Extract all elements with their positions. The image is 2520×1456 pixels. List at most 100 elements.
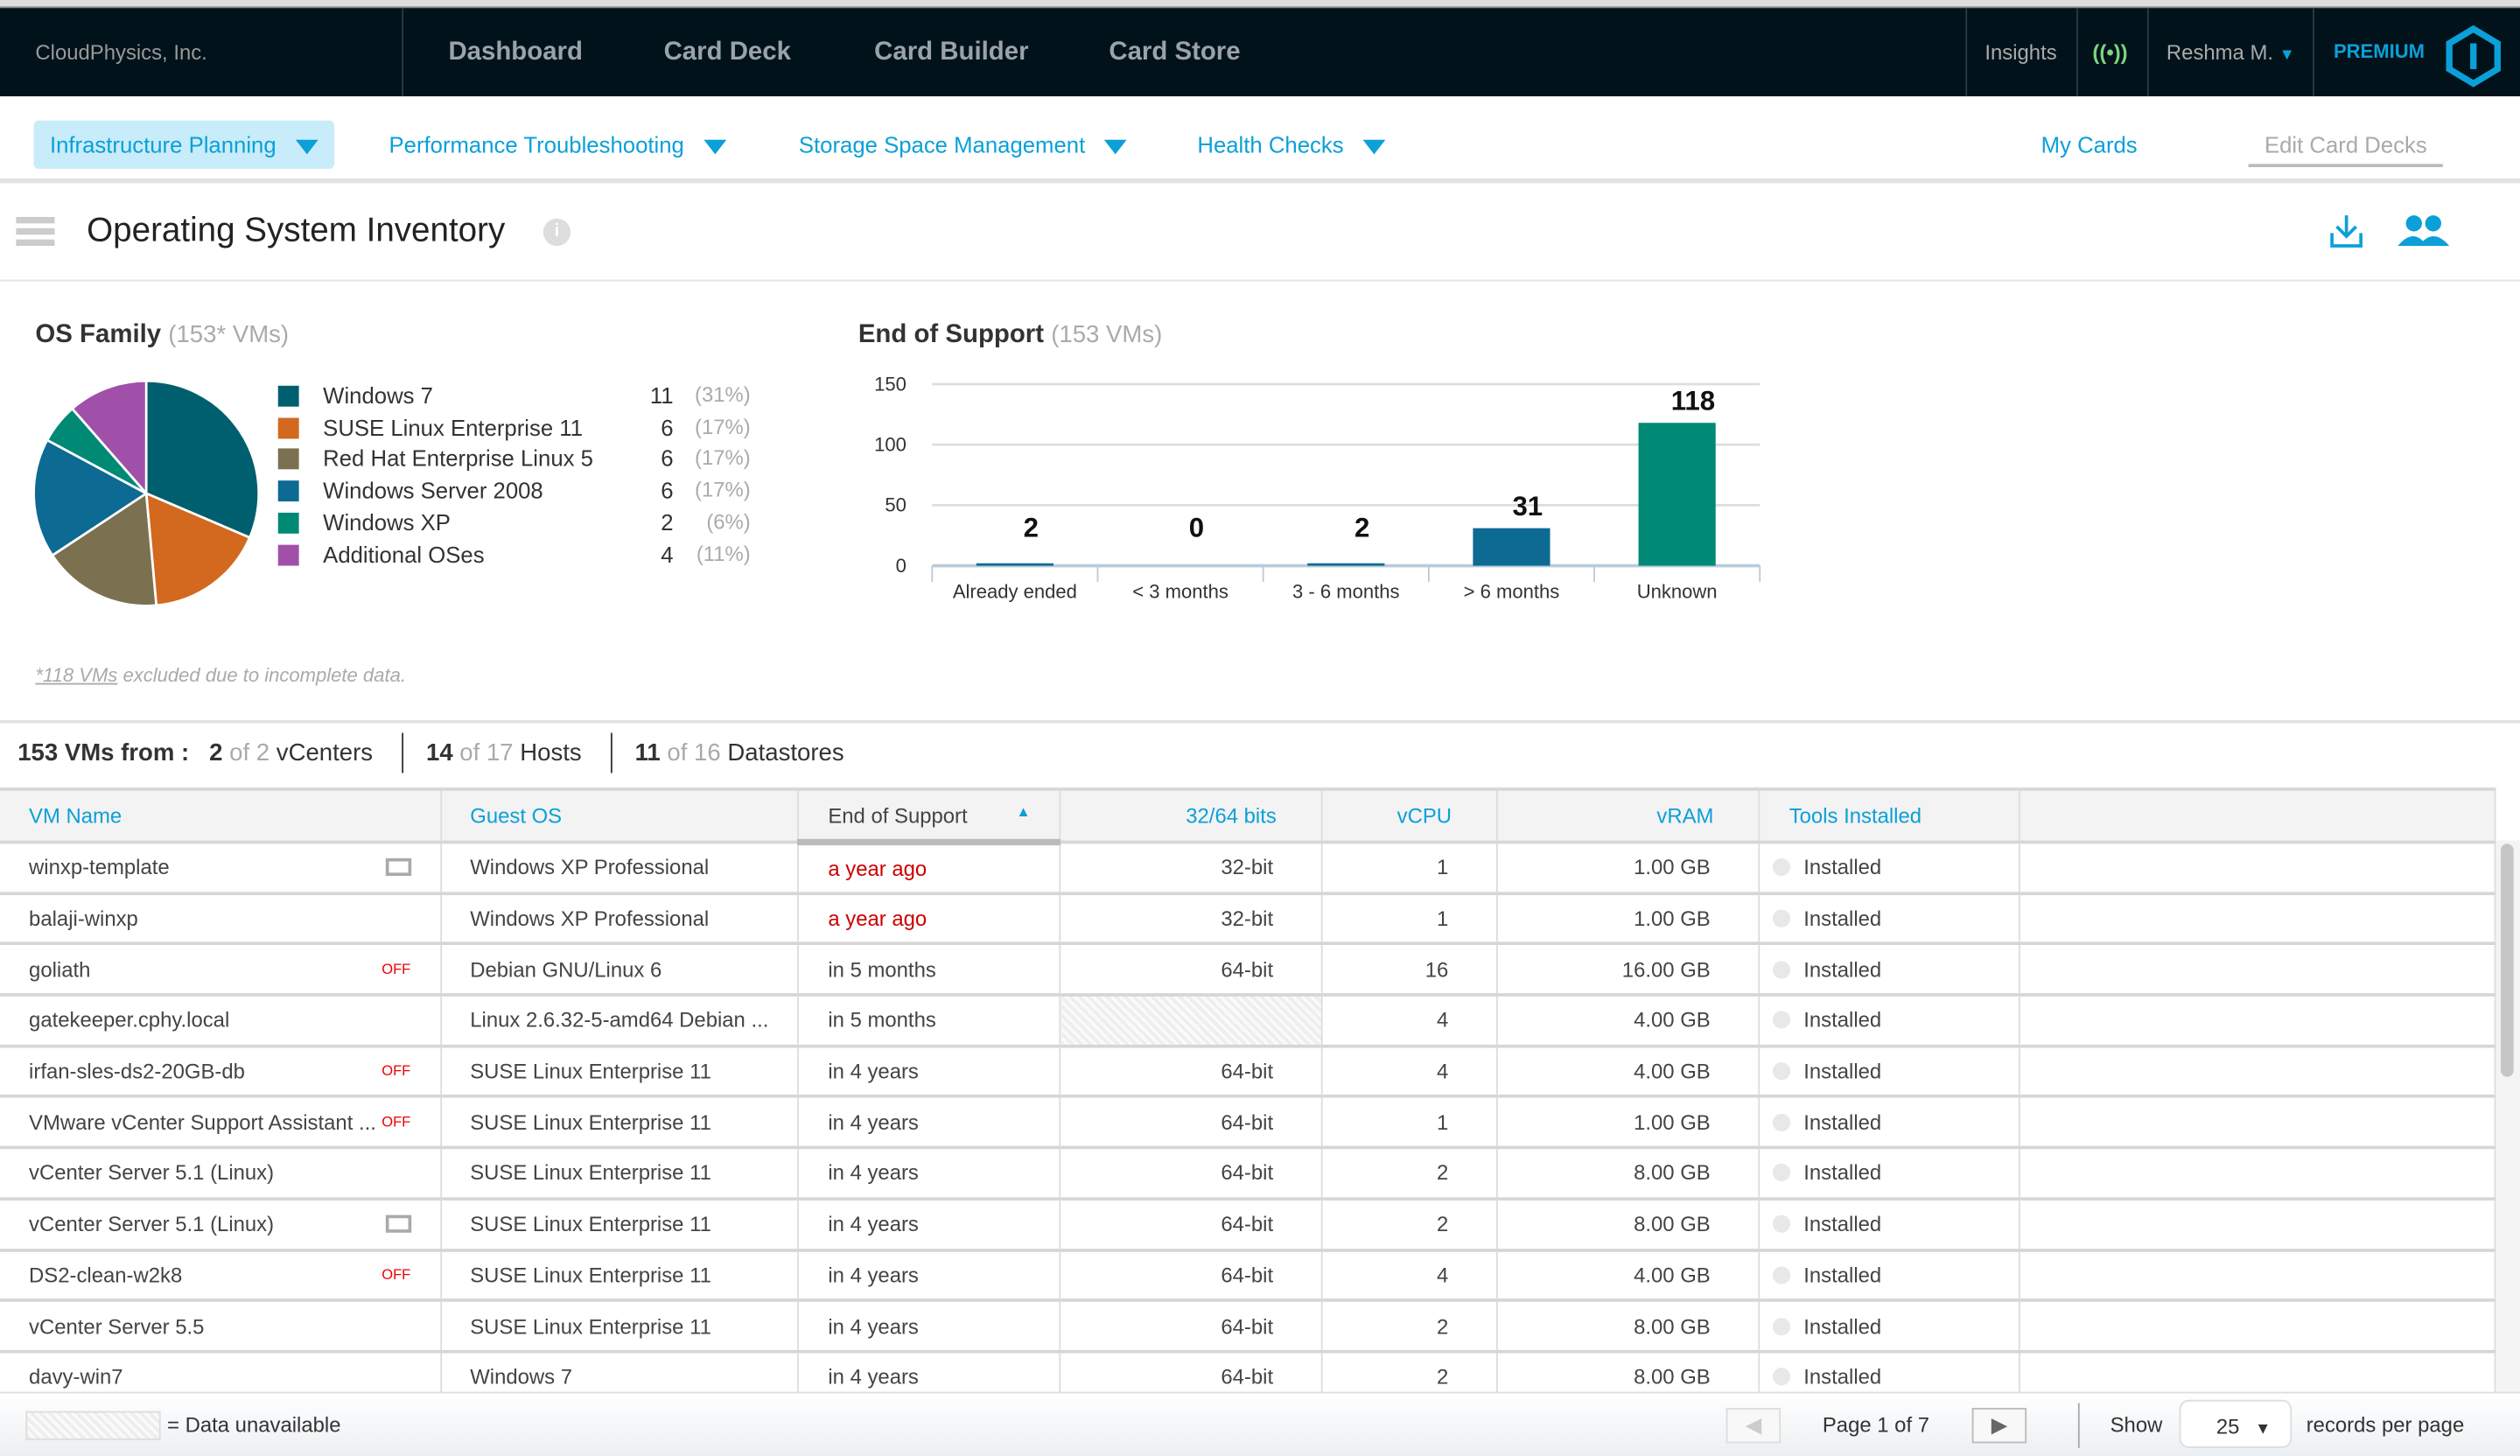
bar[interactable] bbox=[1473, 528, 1550, 566]
nav-card-builder[interactable]: Card Builder bbox=[874, 38, 1028, 67]
vcenters-filter[interactable]: 2 of 2 vCenters bbox=[209, 739, 373, 766]
datastores-filter[interactable]: 11 of 16 Datastores bbox=[635, 739, 844, 766]
next-page-button[interactable]: ▶ bbox=[1971, 1407, 2027, 1444]
excluded-vms-link[interactable]: *118 VMs bbox=[35, 664, 117, 687]
cell-empty bbox=[2020, 1198, 2496, 1251]
cell-vm-name[interactable]: winxp-template bbox=[0, 842, 442, 895]
cloudphysics-logo-icon bbox=[2446, 24, 2501, 88]
broadcast-icon[interactable]: ((•)) bbox=[2092, 40, 2127, 65]
cell-vm-name[interactable]: vCenter Server 5.5 bbox=[0, 1300, 442, 1354]
table-row[interactable]: balaji-winxp Windows XP Professional a y… bbox=[0, 892, 2496, 946]
insights-link[interactable]: Insights bbox=[1984, 40, 2056, 65]
table-row[interactable]: gatekeeper.cphy.local Linux 2.6.32-5-amd… bbox=[0, 995, 2496, 1048]
table-row[interactable]: winxp-template Windows XP Professional a… bbox=[0, 842, 2496, 895]
table-row[interactable]: VMware vCenter Support Assistant ... OFF … bbox=[0, 1096, 2496, 1150]
share-users-icon[interactable] bbox=[2397, 214, 2451, 248]
table-row[interactable]: goliath OFF Debian GNU/Linux 6 in 5 month… bbox=[0, 943, 2496, 997]
legend-label: SUSE Linux Enterprise 11 bbox=[323, 414, 584, 440]
premium-badge[interactable]: PREMIUM bbox=[2334, 40, 2425, 63]
bar[interactable] bbox=[1638, 423, 1716, 566]
os-family-title: OS Family (153* VMs) bbox=[35, 321, 290, 349]
divider bbox=[2077, 1403, 2080, 1448]
nav-dashboard[interactable]: Dashboard bbox=[448, 38, 583, 67]
cell-vram: 4.00 GB bbox=[1497, 995, 1760, 1048]
legend-swatch bbox=[277, 543, 299, 565]
legend-label: Windows XP bbox=[323, 508, 451, 536]
subnav-infrastructure-planning[interactable]: Infrastructure Planning bbox=[33, 120, 334, 169]
cell-vm-name[interactable]: vCenter Server 5.1 (Linux) bbox=[0, 1198, 442, 1251]
col-vm-name[interactable]: VM Name bbox=[0, 788, 442, 844]
col-vcpu[interactable]: vCPU bbox=[1322, 788, 1499, 844]
cell-tools-installed: Installed bbox=[1759, 1046, 2021, 1099]
cell-vcpu: 16 bbox=[1322, 943, 1499, 997]
cell-guest-os: Windows XP Professional bbox=[440, 842, 800, 895]
legend-pct: (6%) bbox=[706, 508, 751, 534]
divider bbox=[402, 8, 404, 97]
vm-table: VM Name Guest OS End of Support ▲ 32/64 b… bbox=[0, 788, 2496, 1404]
nav-card-store[interactable]: Card Store bbox=[1109, 38, 1240, 67]
cell-vm-name[interactable]: vCenter Server 5.1 (Linux) bbox=[0, 1147, 442, 1200]
subnav-health-checks[interactable]: Health Checks bbox=[1181, 121, 1402, 169]
legend-swatch bbox=[277, 512, 299, 534]
legend-count: 2 bbox=[661, 508, 674, 536]
eos-count: (153 VMs) bbox=[1051, 321, 1163, 349]
my-cards-link[interactable]: My Cards bbox=[2025, 121, 2153, 169]
cell-vm-name[interactable]: goliath OFF bbox=[0, 943, 442, 997]
cell-bits: 64-bit bbox=[1060, 943, 1324, 997]
legend-swatch bbox=[277, 480, 299, 502]
info-icon[interactable]: i bbox=[542, 218, 571, 247]
user-menu[interactable]: Reshma M. ▼ bbox=[2166, 40, 2295, 65]
subnav-label: Performance Troubleshooting bbox=[388, 131, 684, 158]
cell-empty bbox=[2020, 943, 2496, 997]
legend-swatch bbox=[277, 416, 299, 438]
nav-card-deck[interactable]: Card Deck bbox=[664, 38, 791, 67]
legend-pct: (11%) bbox=[696, 541, 751, 565]
table-row[interactable]: vCenter Server 5.5 SUSE Linux Enterprise… bbox=[0, 1300, 2496, 1354]
cell-vm-name[interactable]: VMware vCenter Support Assistant ... OFF bbox=[0, 1096, 442, 1150]
divider bbox=[1965, 8, 1968, 97]
cell-guest-os: SUSE Linux Enterprise 11 bbox=[440, 1147, 800, 1200]
table-scrollbar[interactable] bbox=[2496, 840, 2520, 1392]
cell-end-of-support: in 4 years bbox=[798, 1250, 1061, 1303]
cell-vm-name[interactable]: irfan-sles-ds2-20GB-db OFF bbox=[0, 1046, 442, 1099]
prev-page-button[interactable]: ◀ bbox=[1726, 1407, 1782, 1444]
data-unavailable-swatch bbox=[25, 1410, 161, 1440]
cell-bits bbox=[1060, 995, 1324, 1048]
col-guest-os[interactable]: Guest OS bbox=[440, 788, 800, 844]
legend-label: Red Hat Enterprise Linux 5 bbox=[323, 445, 593, 472]
cell-vram: 4.00 GB bbox=[1497, 1046, 1760, 1099]
footnote: *118 VMs excluded due to incomplete data… bbox=[35, 663, 406, 687]
edit-card-decks-link[interactable]: Edit Card Decks bbox=[2248, 121, 2444, 168]
table-row[interactable]: vCenter Server 5.1 (Linux) SUSE Linux En… bbox=[0, 1147, 2496, 1200]
x-tick-label: 3 - 6 months bbox=[1292, 580, 1399, 602]
table-row[interactable]: irfan-sles-ds2-20GB-db OFF SUSE Linux Ent… bbox=[0, 1046, 2496, 1099]
scrollbar-thumb[interactable] bbox=[2500, 844, 2514, 1077]
menu-icon[interactable] bbox=[16, 216, 55, 247]
records-per-page-select[interactable]: 25 ▼ bbox=[2179, 1399, 2292, 1448]
subnav-performance-troubleshooting[interactable]: Performance Troubleshooting bbox=[373, 121, 742, 169]
col-vram[interactable]: vRAM bbox=[1497, 788, 1760, 844]
cell-guest-os: SUSE Linux Enterprise 11 bbox=[440, 1250, 800, 1303]
cell-vm-name[interactable]: DS2-clean-w2k8 OFF bbox=[0, 1250, 442, 1303]
col-bits[interactable]: 32/64 bits bbox=[1060, 788, 1324, 844]
cell-end-of-support: a year ago bbox=[798, 842, 1061, 895]
legend-item: Windows XP 2 (6%) bbox=[277, 508, 760, 542]
legend-item: Additional OSes 4 (11%) bbox=[277, 541, 760, 573]
bar[interactable] bbox=[1307, 563, 1385, 566]
table-row[interactable]: DS2-clean-w2k8 OFF SUSE Linux Enterprise … bbox=[0, 1250, 2496, 1303]
download-icon[interactable] bbox=[2328, 214, 2363, 248]
bar[interactable] bbox=[976, 563, 1054, 566]
col-end-of-support[interactable]: End of Support ▲ bbox=[798, 788, 1061, 846]
cell-tools-installed: Installed bbox=[1759, 995, 2021, 1048]
cell-vm-name[interactable]: balaji-winxp bbox=[0, 892, 442, 946]
table-row[interactable]: vCenter Server 5.1 (Linux) SUSE Linux En… bbox=[0, 1198, 2496, 1251]
data-unavailable-label: = Data unavailable bbox=[167, 1412, 341, 1438]
cell-guest-os: Linux 2.6.32-5-amd64 Debian ... bbox=[440, 995, 800, 1048]
bar-value-label: 2 bbox=[1024, 512, 1039, 542]
col-tools-installed[interactable]: Tools Installed bbox=[1759, 788, 2021, 844]
subnav-storage-space-management[interactable]: Storage Space Management bbox=[782, 121, 1143, 169]
cell-vm-name[interactable]: gatekeeper.cphy.local bbox=[0, 995, 442, 1048]
brand[interactable]: CloudPhysics, Inc. bbox=[35, 40, 206, 65]
hosts-filter[interactable]: 14 of 17 Hosts bbox=[426, 739, 582, 766]
divider bbox=[2313, 8, 2314, 97]
